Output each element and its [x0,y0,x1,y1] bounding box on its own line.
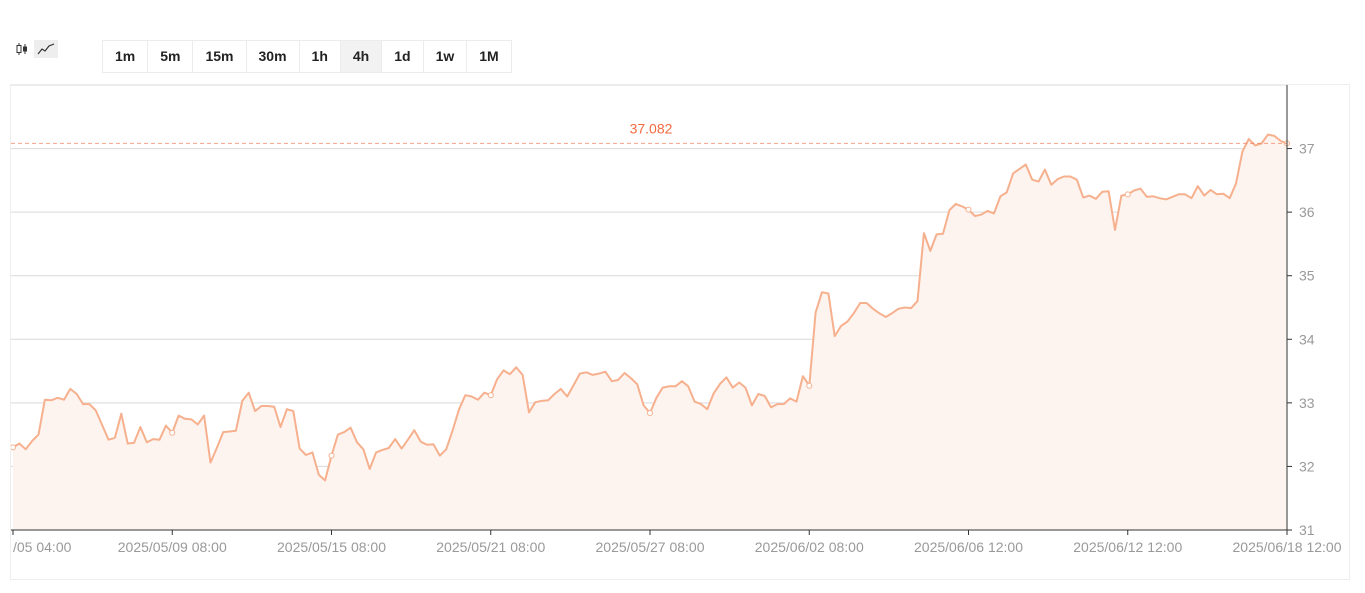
interval-button-1M[interactable]: 1M [467,41,510,72]
interval-button-1m[interactable]: 1m [103,41,149,72]
y-tick-label: 32 [1299,458,1315,474]
x-tick-label: 2025/05/09 08:00 [118,539,227,555]
price-point [965,206,972,213]
y-tick-label: 33 [1299,395,1315,411]
price-point [487,392,494,399]
price-area [13,134,1287,530]
y-tick-label: 31 [1299,522,1315,538]
y-tick-label: 36 [1299,204,1315,220]
candlestick-icon[interactable] [10,40,34,58]
x-tick-label: 2025/06/02 08:00 [755,539,864,555]
x-tick-label: 2025/06/18 12:00 [1233,539,1342,555]
last-price-label: 37.082 [630,120,673,136]
y-tick-label: 35 [1299,268,1315,284]
line-chart-icon[interactable] [34,40,58,58]
y-tick-label: 34 [1299,331,1315,347]
x-tick-label: 2025/05/15 08:00 [277,539,386,555]
price-chart-svg: 37.082 31 32 33 34 35 36 37/05 04:00 2025/05/09 … [11,85,1342,555]
interval-button-1w[interactable]: 1w [424,41,468,72]
interval-button-5m[interactable]: 5m [148,41,194,72]
x-tick-label: 2025/06/12 12:00 [1073,539,1182,555]
price-point [169,429,176,436]
interval-button-1h[interactable]: 1h [300,41,341,72]
interval-button-4h[interactable]: 4h [340,41,383,72]
x-tick-label: /05 04:00 [13,539,72,555]
x-tick-label: 2025/05/21 08:00 [436,539,545,555]
x-tick-label: 2025/06/06 12:00 [914,539,1023,555]
interval-selector: 1m 5m 15m 30m 1h 4h 1d 1w 1M [102,40,512,73]
interval-button-30m[interactable]: 30m [247,41,300,72]
price-point [647,410,653,417]
interval-button-1d[interactable]: 1d [382,41,424,72]
price-point [806,382,813,389]
x-tick-label: 2025/05/27 08:00 [596,539,705,555]
price-point [328,452,335,459]
chart-type-switch [10,40,58,58]
price-point [11,444,16,451]
price-chart: 37.082 31 32 33 34 35 36 37/05 04:00 2025/05/09 … [10,84,1350,580]
interval-button-15m[interactable]: 15m [193,41,247,72]
price-point [1124,191,1131,198]
y-tick-label: 37 [1299,141,1315,157]
